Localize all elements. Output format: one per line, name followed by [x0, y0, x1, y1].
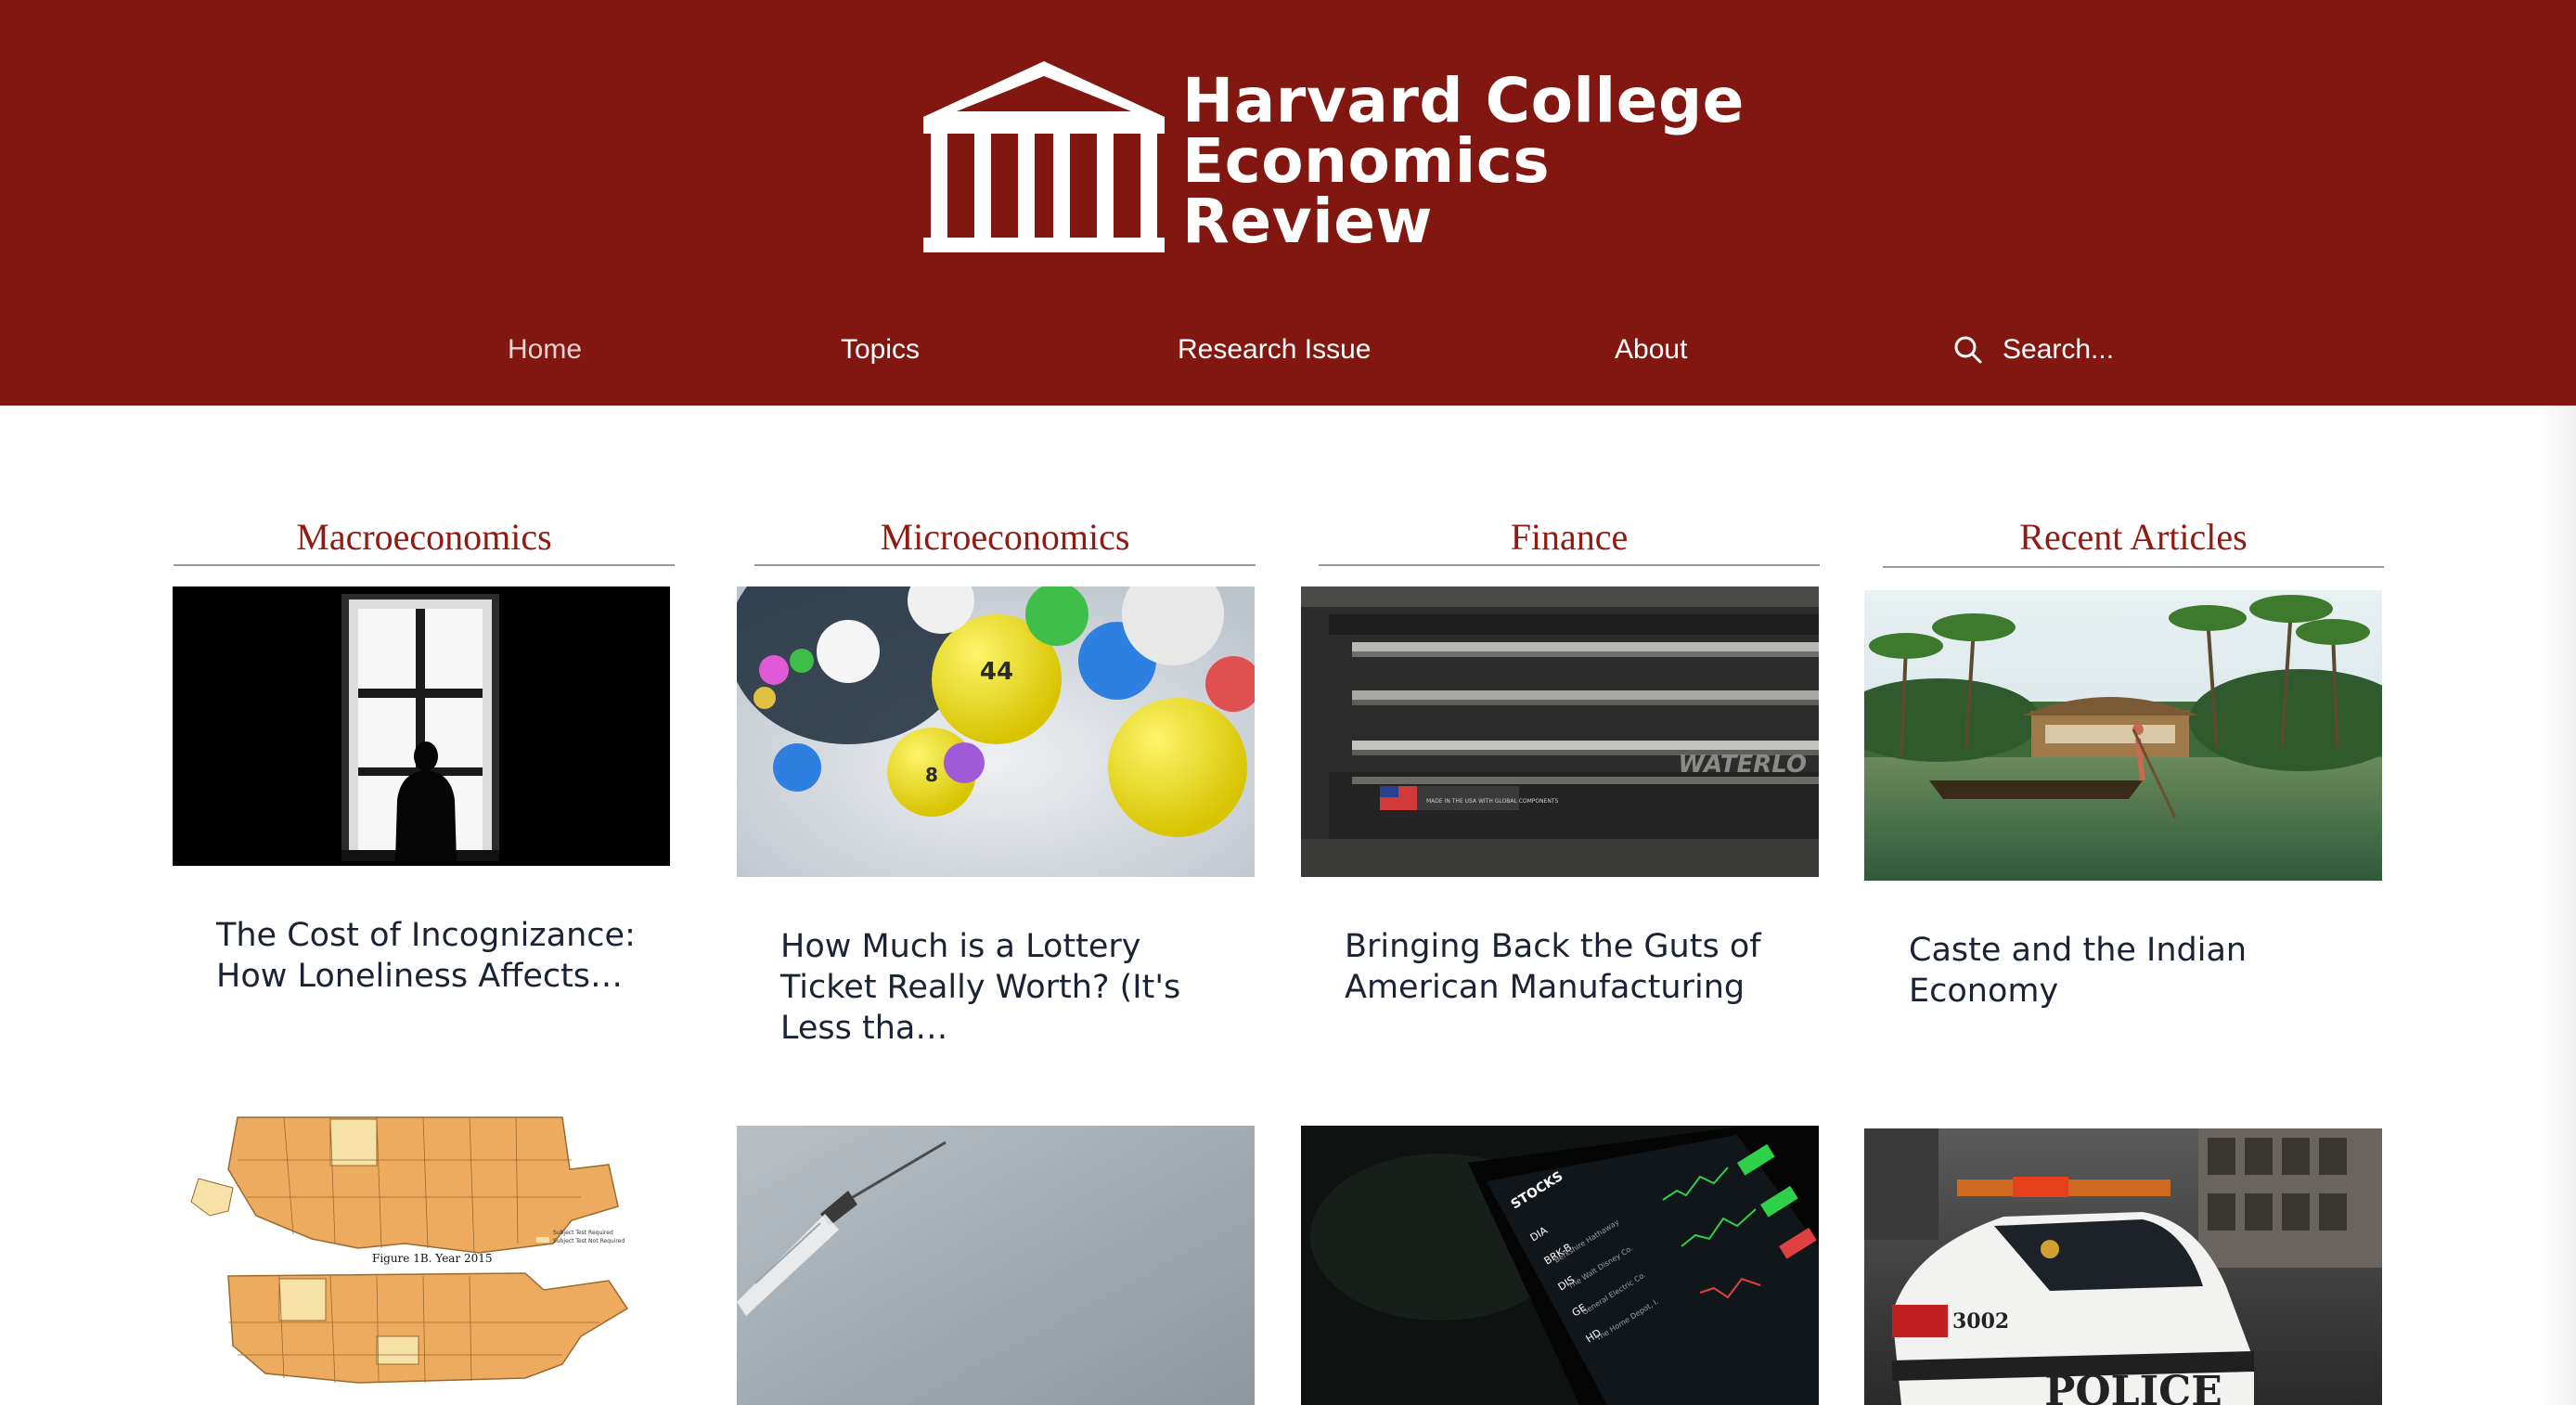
svg-text:POLICE: POLICE: [2044, 1368, 2222, 1405]
svg-text:Subject Test Not Required: Subject Test Not Required: [553, 1238, 625, 1244]
nav-topics[interactable]: Topics: [841, 327, 920, 373]
svg-text:Figure 1B. Year 2015: Figure 1B. Year 2015: [372, 1252, 493, 1265]
section-heading-microeconomics[interactable]: Microeconomics: [754, 509, 1256, 566]
site-title[interactable]: Harvard College Economics Review: [1182, 65, 1745, 257]
article-title-caste-economy[interactable]: Caste and the Indian Economy: [1909, 930, 2354, 1012]
svg-text:3002: 3002: [1952, 1309, 2009, 1334]
article-image-lottery[interactable]: 44 8: [737, 586, 1255, 877]
svg-text:MADE IN THE USA WITH GLOBAL CO: MADE IN THE USA WITH GLOBAL COMPONENTS: [1426, 798, 1559, 805]
article-image-stocks[interactable]: STOCKS DIA BRK-B DIS GE HD Berkshire Hat…: [1301, 1126, 1819, 1405]
columned-building-icon[interactable]: [923, 61, 1165, 252]
article-title-lottery[interactable]: How Much is a Lottery Ticket Really Wort…: [780, 926, 1226, 1049]
search-icon[interactable]: [1952, 334, 1984, 366]
svg-text:WATERLO: WATERLO: [1678, 751, 1807, 779]
search-box[interactable]: Search...: [1952, 327, 2114, 373]
main-nav: Home Topics Research Issue About: [0, 327, 2576, 373]
section-heading-macroeconomics[interactable]: Macroeconomics: [174, 509, 675, 566]
svg-text:8: 8: [925, 764, 938, 786]
article-image-manufacturing[interactable]: MADE IN THE USA WITH GLOBAL COMPONENTS W…: [1301, 586, 1819, 877]
article-title-manufacturing[interactable]: Bringing Back the Guts of American Manuf…: [1345, 926, 1790, 1008]
nav-research-issue[interactable]: Research Issue: [1178, 327, 1371, 373]
article-image-syringe[interactable]: [737, 1126, 1255, 1405]
site-title-line-1: Harvard College: [1182, 65, 1745, 136]
page-edge-shadow: [2539, 406, 2576, 1405]
article-image-loneliness[interactable]: [173, 586, 670, 866]
site-title-line-2: Economics: [1182, 125, 1551, 197]
article-title-loneliness[interactable]: The Cost of Incognizance: How Loneliness…: [216, 915, 662, 997]
nav-home[interactable]: Home: [508, 327, 582, 373]
article-image-caste-economy[interactable]: [1864, 590, 2382, 881]
article-image-police[interactable]: 3002 POLICE: [1864, 1128, 2382, 1405]
search-input[interactable]: Search...: [2003, 334, 2114, 366]
section-heading-finance[interactable]: Finance: [1319, 509, 1820, 566]
svg-text:Subject Test Required: Subject Test Required: [553, 1230, 613, 1236]
nav-about[interactable]: About: [1615, 327, 1687, 373]
svg-text:44: 44: [980, 658, 1013, 686]
article-image-us-map[interactable]: Subject Test Required Subject Test Not R…: [173, 1114, 670, 1395]
section-heading-recent-articles[interactable]: Recent Articles: [1883, 509, 2384, 568]
site-header: Harvard College Economics Review Home To…: [0, 0, 2576, 406]
site-title-line-3: Review: [1182, 186, 1433, 257]
